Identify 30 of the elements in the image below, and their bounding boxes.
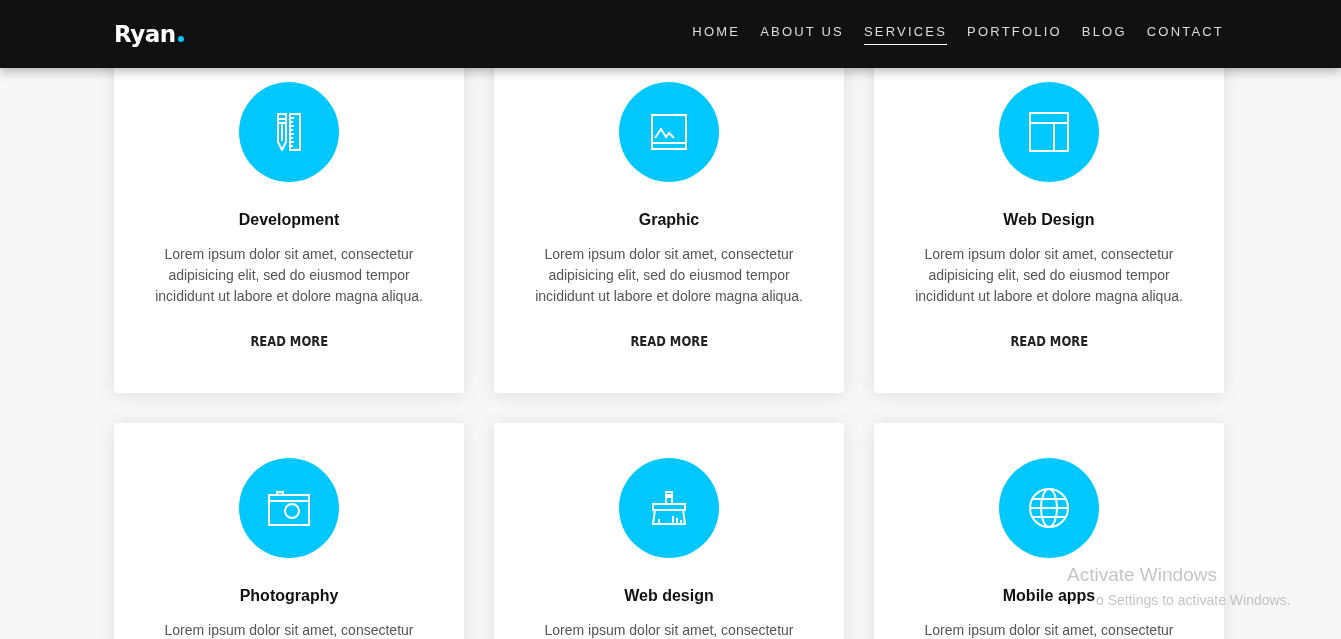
- logo-dot-icon: [177, 36, 184, 42]
- service-description: Lorem ipsum dolor sit amet, consectetur: [163, 621, 415, 639]
- nav-link[interactable]: SERVICES: [864, 19, 948, 45]
- service-description: Lorem ipsum dolor sit amet, consectetur: [923, 621, 1175, 639]
- picture-icon: [651, 114, 687, 150]
- nav-link[interactable]: PORTFOLIO: [967, 19, 1062, 45]
- logo-text[interactable]: Ryan: [114, 21, 176, 47]
- service-description: Lorem ipsum dolor sit amet, consectetur: [543, 621, 795, 639]
- service-title: Photography: [239, 587, 339, 605]
- service-title: Mobile apps: [1002, 587, 1096, 605]
- brush-icon: [652, 491, 686, 525]
- service-description: Lorem ipsum dolor sit amet, consectetur adipisicing elit, sed do eiusmod tempor incididunt ut labore et dolore magna aliqua.: [154, 245, 424, 306]
- nav-link[interactable]: ABOUT US: [760, 19, 844, 45]
- service-title: Development: [238, 211, 340, 229]
- layout-icon: [1029, 112, 1069, 152]
- nav-link[interactable]: BLOG: [1081, 19, 1127, 45]
- activation-title: Activate Windows: [1067, 564, 1218, 586]
- service-title: Graphic: [638, 211, 700, 229]
- pencil-ruler-icon: [277, 113, 301, 151]
- service-title: Web design: [624, 587, 714, 605]
- camera-icon: [268, 490, 310, 526]
- nav-link[interactable]: HOME: [692, 19, 741, 45]
- service-description: Lorem ipsum dolor sit amet, consectetur adipisicing elit, sed do eiusmod tempor incididunt ut labore et dolore magna aliqua.: [914, 245, 1184, 306]
- globe-icon: [1029, 488, 1069, 528]
- nav-link[interactable]: CONTACT: [1146, 19, 1224, 45]
- service-title: Web Design: [1003, 211, 1095, 229]
- read-more-link[interactable]: READ MORE: [250, 333, 328, 349]
- read-more-link[interactable]: READ MORE: [1010, 333, 1088, 349]
- service-description: Lorem ipsum dolor sit amet, consectetur adipisicing elit, sed do eiusmod tempor incididunt ut labore et dolore magna aliqua.: [534, 245, 804, 306]
- read-more-link[interactable]: READ MORE: [630, 333, 708, 349]
